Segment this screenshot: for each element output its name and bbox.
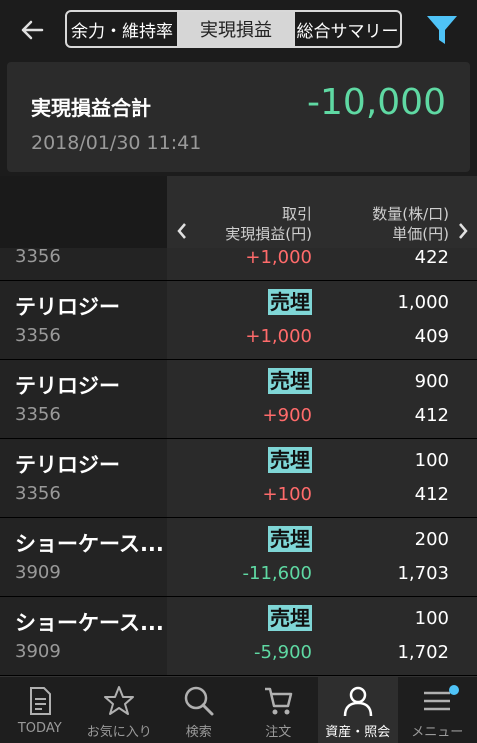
table-row[interactable]: テリロジー 3356 売埋 +100 100 412 — [0, 439, 477, 518]
filter-icon[interactable] — [424, 13, 460, 47]
star-icon — [102, 684, 136, 718]
table-row[interactable]: ショーケース... 3909 売埋 -5,900 100 1,702 — [0, 597, 477, 676]
quantity: 100 — [415, 450, 449, 471]
trade-type-badge: 売埋 — [268, 605, 312, 631]
realized-pl: +1,000 — [245, 248, 312, 268]
realized-pl: +100 — [263, 484, 312, 505]
tab-realized-pl[interactable]: 実現損益 — [179, 12, 293, 46]
trade-list[interactable]: テリロジー3356売埋+1,0001,000422テリロジー3356売埋+1,0… — [0, 248, 477, 676]
table-row[interactable]: テリロジー3356売埋+1,0001,000422 — [0, 248, 477, 281]
summary-label: 実現損益合計 — [31, 92, 151, 121]
stock-code: 3356 — [15, 483, 61, 504]
realized-pl: +900 — [263, 405, 312, 426]
unit-price: 412 — [415, 405, 449, 426]
segmented-tabs: 余力・維持率 実現損益 総合サマリー — [65, 10, 402, 48]
trade-type-badge: 売埋 — [268, 368, 312, 394]
unit-price: 422 — [415, 248, 449, 268]
column-header-trade: 取引 — [282, 204, 312, 224]
quantity: 900 — [415, 371, 449, 392]
table-row[interactable]: テリロジー 3356 売埋 +1,000 1,000 409 — [0, 281, 477, 360]
column-header-realized-pl: 実現損益(円) — [225, 224, 312, 244]
summary-card: 実現損益合計 -10,000 2018/01/30 11:41 — [7, 62, 470, 172]
stock-name: テリロジー — [15, 291, 120, 321]
notification-dot — [449, 685, 459, 695]
nav-label: 資産・照会 — [325, 721, 390, 740]
stock-code: 3356 — [15, 325, 61, 346]
stock-code: 3356 — [15, 248, 61, 267]
realized-pl: -11,600 — [243, 563, 312, 584]
bottom-nav: TODAY お気に入り 検索 注文 資産・照会 メニュー — [0, 676, 477, 743]
chevron-left-icon[interactable] — [175, 220, 189, 242]
unit-price: 1,702 — [397, 642, 449, 663]
quantity: 200 — [415, 529, 449, 550]
unit-price: 1,703 — [397, 563, 449, 584]
header-bar: 余力・維持率 実現損益 総合サマリー — [0, 0, 477, 60]
quantity: 1,000 — [397, 292, 449, 313]
nav-search[interactable]: 検索 — [159, 677, 239, 743]
column-header-price: 単価(円) — [392, 224, 449, 244]
nav-menu[interactable]: メニュー — [398, 677, 477, 743]
stock-name: ショーケース... — [15, 607, 164, 637]
trade-type-badge: 売埋 — [268, 289, 312, 315]
nav-order[interactable]: 注文 — [239, 677, 319, 743]
stock-code: 3909 — [15, 562, 61, 583]
nav-label: 検索 — [186, 721, 212, 740]
stock-name: テリロジー — [15, 370, 120, 400]
nav-label: お気に入り — [87, 721, 152, 740]
nav-today[interactable]: TODAY — [0, 677, 80, 743]
table-row[interactable]: ショーケース... 3909 売埋 -11,600 200 1,703 — [0, 518, 477, 597]
trade-type-badge: 売埋 — [268, 526, 312, 552]
nav-assets[interactable]: 資産・照会 — [318, 677, 398, 743]
quantity: 100 — [415, 608, 449, 629]
chevron-right-icon[interactable] — [456, 220, 470, 242]
back-arrow-icon[interactable] — [16, 14, 48, 46]
person-icon — [341, 684, 375, 718]
realized-pl: +1,000 — [245, 326, 312, 347]
stock-name: テリロジー — [15, 449, 120, 479]
trade-type-badge: 売埋 — [268, 447, 312, 473]
nav-label: TODAY — [18, 721, 62, 736]
table-row[interactable]: テリロジー 3356 売埋 +900 900 412 — [0, 360, 477, 439]
tab-summary[interactable]: 総合サマリー — [293, 12, 400, 46]
today-icon — [23, 684, 57, 718]
stock-name: ショーケース... — [15, 528, 164, 558]
stock-code: 3909 — [15, 641, 61, 662]
nav-label: 注文 — [265, 721, 291, 740]
realized-pl: -5,900 — [254, 642, 312, 663]
stock-code: 3356 — [15, 404, 61, 425]
unit-price: 412 — [415, 484, 449, 505]
tab-margin[interactable]: 余力・維持率 — [67, 12, 179, 46]
summary-total: -10,000 — [307, 82, 446, 123]
nav-label: メニュー — [411, 721, 463, 740]
cart-icon — [261, 684, 295, 718]
summary-datetime: 2018/01/30 11:41 — [31, 132, 201, 154]
unit-price: 409 — [415, 326, 449, 347]
column-header-quantity: 数量(株/口) — [372, 204, 449, 224]
nav-favorites[interactable]: お気に入り — [80, 677, 160, 743]
search-icon — [182, 684, 216, 718]
column-header: 取引 実現損益(円) 数量(株/口) 単価(円) — [0, 176, 477, 248]
